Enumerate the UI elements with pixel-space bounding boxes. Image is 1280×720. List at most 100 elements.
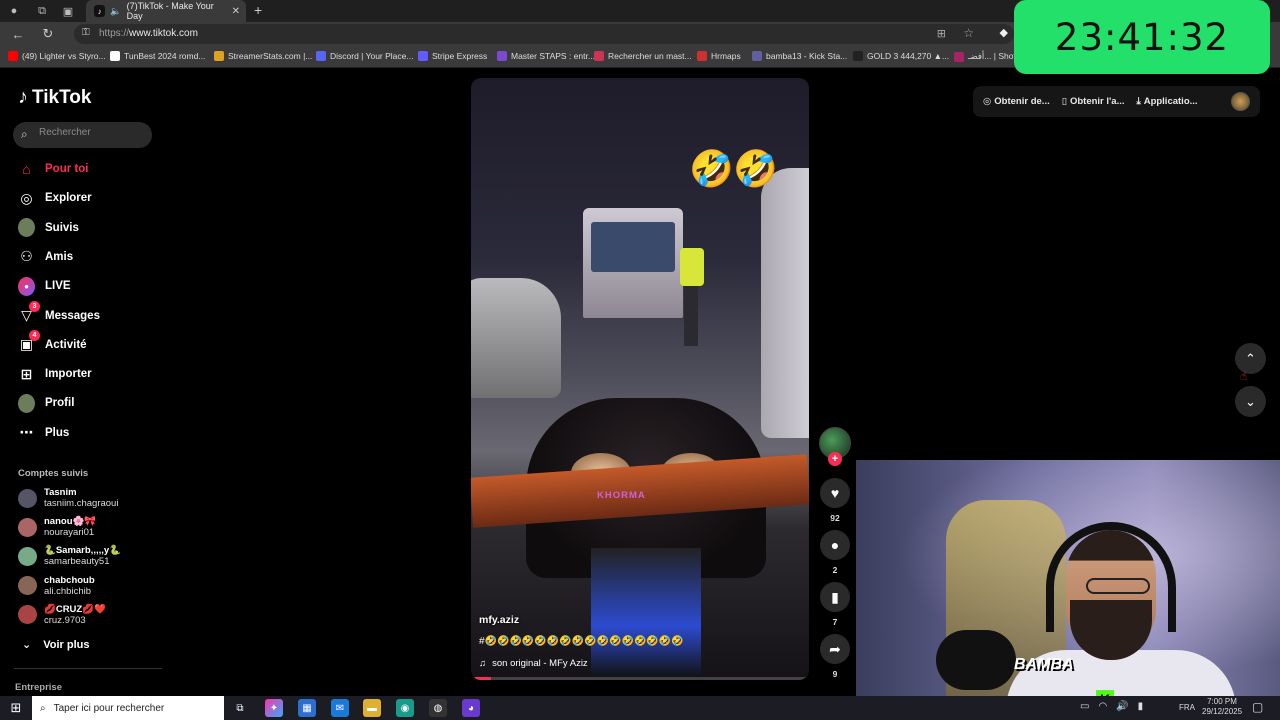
sidebar-item-messages[interactable]: ▽ 3 Messages xyxy=(18,301,158,327)
video-progress-bar[interactable] xyxy=(471,677,809,680)
sidebar-item-profil[interactable]: Profil xyxy=(18,392,158,414)
following-title: Comptes suivis xyxy=(18,468,89,479)
bookmark-item[interactable]: Hrmaps xyxy=(697,51,741,61)
tab-tiktok[interactable]: ♪ 🔈 (7)TikTok - Make Your Day ✕ xyxy=(86,0,246,22)
bookmark-item[interactable]: Master STAPS : entr... xyxy=(497,51,595,61)
task-view-icon[interactable]: ⧉ xyxy=(231,699,249,717)
edge-icon[interactable]: ◉ xyxy=(396,699,414,717)
language-indicator[interactable]: FRA xyxy=(1179,703,1195,712)
bookmark-item[interactable]: Rechercher un mast... xyxy=(594,51,692,61)
sidebar-item-label: Messages xyxy=(45,309,100,322)
sidebar-item-live[interactable]: ● LIVE xyxy=(18,275,158,297)
copilot-icon[interactable]: ✦ xyxy=(265,699,283,717)
sidebar-item-plus[interactable]: ⋯ Plus xyxy=(18,422,158,444)
avatar xyxy=(18,488,37,508)
close-tab-icon[interactable]: ✕ xyxy=(232,6,240,17)
mouse-cursor-icon: ☝ xyxy=(1240,369,1248,383)
live-icon: ● xyxy=(18,276,35,296)
follow-plus-icon[interactable]: + xyxy=(828,452,842,466)
bookmark-favicon-icon xyxy=(110,51,120,61)
back-icon[interactable]: ← xyxy=(10,26,26,42)
taskbar-search[interactable]: ⌕ Taper ici pour rechercher xyxy=(32,696,224,720)
site-info-icon[interactable]: ⚿ xyxy=(82,27,90,38)
desktop-app-button[interactable]: ⤓ Applicatio... xyxy=(1137,96,1198,107)
new-tab-button[interactable]: + xyxy=(254,2,262,18)
video-scene-van xyxy=(761,168,809,438)
bookmark-label: Master STAPS : entr... xyxy=(511,51,595,61)
bookmark-favicon-icon xyxy=(316,51,326,61)
battery-icon[interactable]: ▮ xyxy=(1138,701,1144,712)
bookmark-favicon-icon xyxy=(853,51,863,61)
bookmark-icon: ▮ xyxy=(831,588,839,605)
search-box[interactable]: ⌕ xyxy=(13,122,152,148)
sidebar-item-importer[interactable]: ⊞ Importer xyxy=(18,363,158,385)
mail-icon[interactable]: ✉ xyxy=(331,699,349,717)
tab-actions-icon[interactable]: ▣ xyxy=(60,3,76,19)
bookmark-label: TunBest 2024 romd... xyxy=(124,51,206,61)
get-app-button[interactable]: ▯ Obtenir l'a... xyxy=(1062,96,1125,107)
speaker-icon[interactable]: 🔈 xyxy=(110,6,121,17)
obs-icon[interactable]: ◍ xyxy=(429,699,447,717)
comment-button[interactable]: ● xyxy=(820,530,850,560)
bookmark-item[interactable]: Discord | Your Place... xyxy=(316,51,413,61)
windows-start-icon[interactable]: ⊞ xyxy=(8,700,24,716)
address-bar[interactable]: ⚿ https://www.tiktok.com ⊞ ☆ ◆ xyxy=(74,24,1014,44)
sidebar-item-explorer[interactable]: ◎ Explorer xyxy=(18,187,158,209)
video-scene-fork xyxy=(591,548,701,678)
get-coins-button[interactable]: ◎ Obtenir de... xyxy=(983,96,1050,107)
video-username[interactable]: mfy.aziz xyxy=(479,614,519,626)
sidebar-item-label: Amis xyxy=(45,250,74,263)
file-explorer-icon[interactable]: ▬ xyxy=(363,699,381,717)
following-account[interactable]: chabchoub ali.chbichib xyxy=(18,573,168,599)
bookmark-item[interactable]: (49) Lighter vs Styro... xyxy=(8,51,106,61)
save-button[interactable]: ▮ xyxy=(820,582,850,612)
following-account[interactable]: nanou🌸🎀 nourayari01 xyxy=(18,514,168,540)
tiktok-logo[interactable]: ♪ TikTok xyxy=(18,86,91,109)
profile-avatar[interactable] xyxy=(1231,92,1250,111)
volume-icon[interactable]: 🔊 xyxy=(1116,701,1128,712)
stream-logo: BAMBA xyxy=(1014,656,1074,673)
video-sound[interactable]: ♫ son original - MFy Aziz xyxy=(479,658,588,669)
following-account[interactable]: Tasnim tasniim.chagraoui xyxy=(18,485,168,511)
search-input[interactable] xyxy=(39,127,147,138)
bookmark-item[interactable]: bamba13 - Kick Sta... xyxy=(752,51,847,61)
notification-icon[interactable]: ▢ xyxy=(1252,700,1263,714)
sidebar-item-amis[interactable]: ⚇ Amis xyxy=(18,246,158,268)
extension-icon[interactable]: ◆ xyxy=(1000,26,1008,39)
next-video-button[interactable]: ⌄ xyxy=(1235,386,1266,417)
bookmark-item[interactable]: StreamerStats.com |... xyxy=(214,51,312,61)
profile-icon[interactable]: ● xyxy=(6,3,22,19)
top-action-label: Obtenir de... xyxy=(994,96,1050,107)
app-install-icon[interactable]: ⊞ xyxy=(937,27,946,40)
bookmark-item[interactable]: Stripe Express xyxy=(418,51,487,61)
account-name: 💋CRUZ💋❤️ xyxy=(44,603,106,615)
following-account[interactable]: 🐍Samarb,,,,,y🐍 samarbeauty51 xyxy=(18,543,168,569)
taskbar-clock[interactable]: 7:00 PM 29/12/2025 xyxy=(1202,697,1242,717)
video-caption[interactable]: #🤣🤣🤣🤣🤣🤣🤣🤣🤣🤣🤣🤣🤣🤣🤣🤣 xyxy=(479,636,684,647)
taskbar-search-placeholder: Taper ici pour rechercher xyxy=(53,702,165,714)
bookmark-item[interactable]: GOLD 3 444,270 ▲... xyxy=(853,51,949,61)
phone-icon: ▯ xyxy=(1061,96,1067,107)
footer-section-title[interactable]: Entreprise xyxy=(15,682,62,693)
following-account[interactable]: 💋CRUZ💋❤️ cruz.9703 xyxy=(18,602,168,628)
discord-icon[interactable]: ◕ xyxy=(462,699,480,717)
sidebar-item-suivis[interactable]: Suivis xyxy=(18,217,158,239)
see-more-button[interactable]: ⌄ Voir plus xyxy=(22,638,89,652)
avatar xyxy=(18,218,35,238)
chevron-down-icon: ⌄ xyxy=(22,639,32,651)
share-button[interactable]: ➦ xyxy=(820,634,850,664)
video-player[interactable]: 🤣 🤣 KHORMA mfy.aziz #🤣🤣🤣🤣🤣🤣🤣🤣🤣🤣🤣🤣🤣🤣🤣🤣 ♫ … xyxy=(471,78,809,680)
like-button[interactable]: ♥ xyxy=(820,478,850,508)
bookmark-favicon-icon xyxy=(497,51,507,61)
system-tray: ▭ ◠ 🔊 ▮ xyxy=(1080,701,1143,712)
star-icon[interactable]: ☆ xyxy=(963,26,974,40)
workspaces-icon[interactable]: ⧉ xyxy=(34,3,50,19)
upload-icon: ⊞ xyxy=(20,365,33,382)
bookmark-item[interactable]: TunBest 2024 romd... xyxy=(110,51,205,61)
sidebar-item-activit[interactable]: ▣ 4 Activité xyxy=(18,330,158,356)
reload-icon[interactable]: ↻ xyxy=(40,26,56,42)
network-icon[interactable]: ▭ xyxy=(1080,701,1089,712)
wifi-icon[interactable]: ◠ xyxy=(1098,701,1107,712)
store-icon[interactable]: ▦ xyxy=(298,699,316,717)
sidebar-item-pourtoi[interactable]: ⌂ Pour toi xyxy=(18,158,158,180)
